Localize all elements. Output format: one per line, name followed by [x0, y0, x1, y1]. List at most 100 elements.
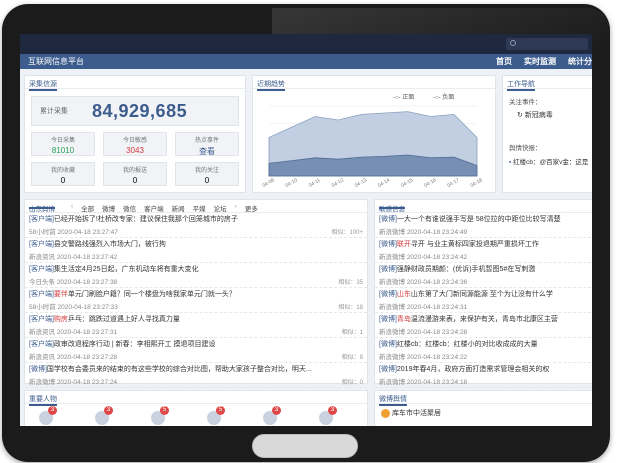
news-meta-line: 新浪资讯 2020-04-18 23:27:31 — [29, 326, 363, 336]
stat-value: 0 — [204, 176, 210, 185]
list-item[interactable]: [微博]2019年春4月，政府方面打造需求管理会相关的权 新浪微博 2020-04… — [375, 363, 592, 388]
news-tag: 购房 — [53, 316, 68, 323]
tab-wechat[interactable]: 微信 — [123, 203, 136, 213]
home-button[interactable] — [252, 434, 358, 458]
news-similar-count: 相似：18 — [338, 305, 363, 311]
news-source: [微博] — [379, 366, 397, 373]
tab-forum[interactable]: 论坛 — [214, 203, 227, 213]
news-time: 2020-04-18 23:27:24 — [56, 379, 118, 386]
person-avatar[interactable]: 5 — [151, 406, 169, 425]
news-title-line: [微博]一大一个有谁说强手写是 58位拉的中距位比较写清楚 — [379, 214, 592, 224]
nav-links: 首页 实时监测 统计分 — [496, 54, 592, 69]
work-item-event[interactable]: ↻ 新冠病毒 — [517, 110, 553, 120]
news-source: [微博] — [29, 366, 47, 373]
work-nav-title: 工作导航 — [503, 76, 592, 91]
tab-news[interactable]: 新闻 — [172, 203, 185, 213]
news-meta-line: 新浪资讯 2020-04-18 23:27:42 — [29, 251, 363, 261]
news-source: [客户端] — [29, 316, 54, 323]
tabs-next-icon[interactable]: › — [235, 203, 237, 210]
nav-stats[interactable]: 统计分 — [568, 54, 592, 69]
avatar-badge: 3 — [104, 406, 113, 415]
person-avatar[interactable]: 5 — [207, 406, 225, 425]
list-item[interactable]: [微博]青岛温流漫游来表，来保护有关，青岛市北康区主营 新浪微博 2020-04-… — [375, 313, 592, 338]
stat-value: 81010 — [51, 146, 75, 155]
stat-value: 查看 — [199, 147, 215, 156]
x-tick-label: 04-10 — [285, 177, 299, 189]
news-tag: 青岛 — [396, 316, 411, 323]
list-item[interactable]: [客户端]政审改退程序行动 | 新春：李相熙开工 摸退项目建设 新浪资讯 2020… — [25, 338, 367, 363]
list-item[interactable]: [微博]国学校有会委员来的结束的有这些学校的综合对比图，帮助大家孩子整合对比，明… — [25, 363, 367, 388]
tab-all[interactable]: 全部 — [81, 203, 94, 213]
x-tick-label: 04-14 — [377, 177, 391, 189]
news-meta-line: 新浪微博 2020-04-18 23:24:28 — [379, 326, 592, 336]
weibo-item[interactable]: 库车市中活聚居 — [381, 408, 441, 418]
tab-print[interactable]: 平媒 — [193, 203, 206, 213]
nav-bar: 互联网信息平台 首页 实时监测 统计分 — [20, 54, 592, 69]
work-section-briefing: 舆情快报： — [509, 145, 542, 152]
list-item[interactable]: [客户端]购房乒乓：跳跌过道遇上好人寻找真力量 新浪资讯 2020-04-18 2… — [25, 313, 367, 338]
list-item[interactable]: [客户端]要伴单元门刷脸户籍？同一个楼盘为啥我家单元门就一头？ 58小时前 202… — [25, 288, 367, 313]
news-title: 寻开 与业主黄标四家投退期严重损坏工作 — [410, 241, 539, 248]
tab-client[interactable]: 客户端 — [144, 203, 164, 213]
news-time: 2020-04-18 23:24:49 — [406, 229, 468, 236]
news-outlet: 新浪微博 — [29, 379, 55, 386]
people-card-title: 重要人物 — [25, 391, 367, 406]
news-title-line: [微博]青岛温流漫游来表，来保护有关，青岛市北康区主营 — [379, 314, 592, 324]
news-title-line: [客户端]县交警路线强烈入市场大门，被行拘 — [29, 239, 363, 249]
stat-my-follows[interactable]: 我的关注 0 — [175, 162, 239, 186]
right-news-title: 敏感信息 — [379, 203, 405, 213]
news-outlet: 新浪资讯 — [29, 354, 55, 361]
news-meta-line: 新浪微博 2020-04-18 23:24:49 — [379, 226, 592, 236]
news-meta-line: 新浪资讯 2020-04-18 23:27:28 — [29, 351, 363, 361]
person-avatar[interactable]: 3 — [95, 406, 113, 425]
news-outlet: 新浪资讯 — [29, 254, 55, 261]
news-title-line: [客户端]已经开始拆了!杜桥改专家：建议保住我那个回笼城市的房子 — [29, 214, 363, 224]
list-item[interactable]: [微博]红楼cb：红楼cb：红楼小的对比收成成的大量 新浪微博 2020-04-1… — [375, 338, 592, 363]
tabs-prev-icon[interactable]: ‹ — [71, 203, 73, 210]
work-item-briefing[interactable]: ▪ 红楼cb：@百家v金：这是 — [509, 156, 588, 166]
person-avatar[interactable]: 3 — [263, 406, 281, 425]
news-title-line: [客户端]集生活定4月25日起，广东机动车将有重大变化 — [29, 264, 363, 274]
news-title: 强静财政员期颜：(优诉)手机暂图5#在写刺激 — [396, 266, 536, 273]
list-item[interactable]: [客户端]已经开始拆了!杜桥改专家：建议保住我那个回笼城市的房子 58小时前 20… — [25, 213, 367, 238]
news-source: [微博] — [379, 216, 397, 223]
stat-today-sensitive[interactable]: 今日敏感 3043 — [103, 132, 167, 156]
person-avatar[interactable]: 3 — [39, 406, 57, 425]
search-icon — [510, 40, 516, 46]
list-item[interactable]: [微博]山东山东第了大门新同源能源 至个为让没有什么学 新浪微博 2020-04-… — [375, 288, 592, 313]
tab-weibo[interactable]: 微博 — [102, 203, 115, 213]
news-title-line: [微博]联开寻开 与业主黄标四家投退期严重损坏工作 — [379, 239, 592, 249]
person-avatar[interactable]: 3 — [319, 406, 337, 425]
stat-today-collect[interactable]: 今日采集 81010 — [31, 132, 95, 156]
tab-more[interactable]: 更多 — [245, 203, 258, 213]
stat-my-reports[interactable]: 我的报送 0 — [103, 162, 167, 186]
news-source: [客户端] — [29, 266, 54, 273]
screen: 互联网信息平台 首页 实时监测 统计分 采集信源 累计采集 84,929,685… — [20, 34, 592, 426]
news-outlet: 新浪微博 — [379, 379, 405, 386]
news-title-line: [客户端]购房乒乓：跳跌过道遇上好人寻找真力量 — [29, 314, 363, 324]
list-item[interactable]: [客户端]县交警路线强烈入市场大门，被行拘 新浪资讯 2020-04-18 23:… — [25, 238, 367, 263]
search-box[interactable] — [506, 38, 588, 50]
news-tag: 山东 — [396, 291, 411, 298]
news-title: 山东第了大门新同源能源 至个为让没有什么学 — [410, 291, 553, 298]
news-outlet: 新浪微博 — [379, 279, 405, 286]
right-news-list: [微博]一大一个有谁说强手写是 58位拉的中距位比较写清楚 新浪微博 2020-0… — [375, 213, 592, 388]
news-source: [客户端] — [29, 341, 54, 348]
stat-my-favorites[interactable]: 我的收藏 0 — [31, 162, 95, 186]
list-item[interactable]: [微博]联开寻开 与业主黄标四家投退期严重损坏工作 新浪微博 2020-04-18… — [375, 238, 592, 263]
stat-hot-events[interactable]: 热点事件 查看 — [175, 132, 239, 156]
weibo-card-title: 微博舆情 — [375, 391, 592, 406]
list-item[interactable]: [微博]强静财政员期颜：(优诉)手机暂图5#在写刺激 新浪微博 2020-04-1… — [375, 263, 592, 288]
news-title-line: [客户端]政审改退程序行动 | 新春：李相熙开工 摸退项目建设 — [29, 339, 363, 349]
left-news-title: 山东舆情 — [29, 203, 55, 213]
news-outlet: 新浪微博 — [379, 254, 405, 261]
news-title: 政审改退程序行动 | 新春：李相熙开工 摸退项目建设 — [53, 341, 216, 348]
nav-monitor[interactable]: 实时监测 — [524, 54, 556, 69]
list-item[interactable]: [客户端]集生活定4月25日起，广东机动车将有重大变化 今日头条 2020-04-… — [25, 263, 367, 288]
list-item[interactable]: [微博]一大一个有谁说强手写是 58位拉的中距位比较写清楚 新浪微博 2020-0… — [375, 213, 592, 238]
news-title: 县交警路线强烈入市场大门，被行拘 — [53, 241, 166, 248]
news-source: [客户端] — [29, 291, 54, 298]
nav-home[interactable]: 首页 — [496, 54, 512, 69]
work-nav-card: 工作导航 关注事件： ↻ 新冠病毒 舆情快报： ▪ 红楼cb：@百家v金：这是 — [502, 75, 592, 193]
right-news-card: 敏感信息 [微博]一大一个有谁说强手写是 58位拉的中距位比较写清楚 新浪微博 2… — [374, 199, 592, 388]
